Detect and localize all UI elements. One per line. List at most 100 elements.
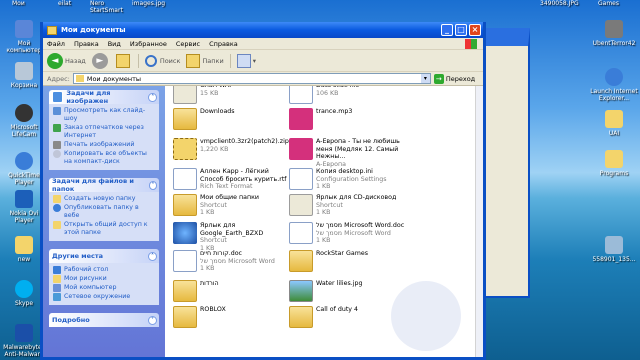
expand-icon[interactable]: ˅ <box>148 315 157 325</box>
network-icon <box>53 293 61 301</box>
folders-button[interactable]: Папки <box>186 53 224 68</box>
file-name: Gnari WAP <box>200 86 233 89</box>
file-item[interactable]: vmpclient0.3zr2(patch2).zip 1,220 KB <box>173 138 291 168</box>
task-slideshow[interactable]: Просмотреть как слайд-шоу <box>53 107 155 123</box>
title-bar[interactable]: Мои документы _ □ × <box>43 22 483 38</box>
file-item[interactable]: trance.mp3 <box>289 108 407 138</box>
my-pictures-icon <box>53 275 61 283</box>
collapse-icon[interactable]: ˄ <box>148 251 157 261</box>
file-type: A-Европа <box>316 160 346 168</box>
file-type: מסמך של Microsoft Word <box>200 257 275 265</box>
task-order-prints[interactable]: Заказ отпечатков через Интернет <box>53 124 155 140</box>
file-item[interactable]: Ярлык для CD-дисковод Shortcut 1 KB <box>289 194 407 224</box>
window-title: Мои документы <box>61 26 126 34</box>
audio-icon <box>289 108 313 130</box>
file-name: Копия desktop.ini <box>316 168 373 175</box>
file-item[interactable]: קורות חיים.doc מסמך של Microsoft Word 1 KB <box>173 250 291 280</box>
menu-tools[interactable]: Сервис <box>176 40 200 48</box>
folder-icon <box>605 110 623 128</box>
image-file-icon <box>605 236 623 254</box>
place-desktop[interactable]: Рабочий стол <box>53 266 155 274</box>
task-pane: Задачи для изображен ˄ Просмотреть как сл… <box>43 86 165 357</box>
explorer-window[interactable]: Мои документы _ □ × Файл Правка Вид Избр… <box>40 22 486 360</box>
file-name: Call of duty 4 <box>316 306 359 313</box>
forward-button[interactable]: ► <box>91 52 110 69</box>
up-folder-button[interactable] <box>115 53 132 68</box>
search-button[interactable]: Поиск <box>144 54 180 67</box>
task-publish-web[interactable]: Опубликовать папку в вебе <box>53 204 155 220</box>
views-button[interactable]: ▾ <box>236 53 256 68</box>
menu-view[interactable]: Вид <box>108 40 121 48</box>
back-button[interactable]: ◄ Назад <box>47 52 86 69</box>
panel-file-tasks: Задачи для файлов и папок ˄ Создать новую… <box>49 177 159 241</box>
address-label: Адрес: <box>47 74 70 83</box>
chevron-down-icon[interactable]: ▾ <box>420 74 430 83</box>
windows-logo-icon <box>465 38 477 49</box>
desktop-top-label[interactable]: Nero StartSmart <box>90 0 130 14</box>
file-item[interactable]: Downloads <box>173 108 291 138</box>
file-item[interactable]: A-Европа - Ты не любишь меня (Медляк 12.… <box>289 138 407 168</box>
place-network[interactable]: Сетевое окружение <box>53 293 155 301</box>
go-button[interactable]: → Переход <box>433 73 475 84</box>
maximize-button[interactable]: □ <box>455 24 467 36</box>
file-item[interactable]: מסמך של Microsoft Word.doc מסמך של Micros… <box>289 222 407 252</box>
menu-bar: Файл Правка Вид Избранное Сервис Справка <box>43 38 483 50</box>
desktop-top-label[interactable]: images.jpg <box>132 0 165 7</box>
file-item[interactable]: Call of duty 4 <box>289 306 407 336</box>
computer-icon <box>53 284 61 292</box>
task-share-folder[interactable]: Открыть общий доступ к этой папке <box>53 221 155 237</box>
panel-header[interactable]: Задачи для файлов и папок ˄ <box>49 177 159 193</box>
desktop-top-label[interactable]: Games <box>598 0 619 7</box>
desktop-top-label[interactable]: Мои <box>12 0 25 7</box>
menu-help[interactable]: Справка <box>209 40 238 48</box>
menu-edit[interactable]: Правка <box>74 40 99 48</box>
desktop-top-label[interactable]: eilat <box>58 0 71 7</box>
address-bar: Адрес: Мои документы ▾ → Переход <box>43 72 483 86</box>
file-type: Shortcut <box>316 201 343 209</box>
desktop-icon-uai[interactable]: UAI <box>590 110 638 137</box>
collapse-icon[interactable]: ˄ <box>148 92 158 102</box>
vertical-scrollbar[interactable] <box>475 86 483 357</box>
close-button[interactable]: × <box>469 24 481 36</box>
order-prints-icon <box>53 124 61 132</box>
panel-header[interactable]: Другие места ˄ <box>49 249 159 263</box>
desktop-icon-programs[interactable]: Programs <box>590 150 638 177</box>
file-item[interactable]: Ярлык для Google_Earth_BZXD Shortcut 1 KB <box>173 222 291 252</box>
menu-file[interactable]: Файл <box>47 40 65 48</box>
file-name: Downloads <box>200 108 235 115</box>
file-item[interactable]: Мои общие папки Shortcut 1 KB <box>173 194 291 224</box>
task-copy-to-cd[interactable]: Копировать все объекты на компакт-диск <box>53 150 155 166</box>
shortcut-icon <box>289 194 313 216</box>
place-my-pictures[interactable]: Мои рисунки <box>53 275 155 283</box>
folder-icon <box>289 306 313 328</box>
collapse-icon[interactable]: ˄ <box>148 180 157 190</box>
desktop-icon-image-558901[interactable]: 558901_135... <box>590 236 638 263</box>
place-my-computer[interactable]: Мой компьютер <box>53 284 155 292</box>
toolbar-separator <box>229 53 231 68</box>
menu-favorites[interactable]: Избранное <box>130 40 167 48</box>
address-input[interactable]: Мои документы ▾ <box>72 73 431 84</box>
file-item[interactable]: RockStar Games <box>289 250 407 280</box>
toolbar: ◄ Назад ► Поиск Папки ▾ <box>43 50 483 72</box>
quicktime-icon <box>15 152 33 170</box>
desktop-icon-ie[interactable]: Launch Internet Explorer... <box>590 68 638 102</box>
file-name: Мои общие папки <box>200 194 260 201</box>
panel-header[interactable]: Задачи для изображен ˄ <box>49 89 159 105</box>
task-new-folder[interactable]: Создать новую папку <box>53 195 155 203</box>
file-type: Shortcut <box>200 237 227 244</box>
forward-arrow-icon: ► <box>91 52 108 69</box>
computer-icon <box>15 20 33 38</box>
desktop-icon-urbanterror[interactable]: UbentTerror42 <box>590 20 638 47</box>
desktop-top-label[interactable]: 3490058.JPG <box>540 0 579 7</box>
panel-header[interactable]: Подробно ˅ <box>49 313 159 327</box>
task-print-images[interactable]: Печать изображений <box>53 141 155 149</box>
file-name: קורות חיים.doc <box>200 250 243 257</box>
publish-web-icon <box>53 204 61 212</box>
file-type: מסמך של Microsoft Word <box>316 229 391 237</box>
minimize-button[interactable]: _ <box>441 24 453 36</box>
file-item[interactable]: ROBLOX <box>173 306 291 336</box>
panel-image-tasks: Задачи для изображен ˄ Просмотреть как сл… <box>49 89 159 170</box>
image-icon <box>289 280 313 302</box>
internet-explorer-icon <box>605 68 623 86</box>
slideshow-icon <box>53 107 61 115</box>
